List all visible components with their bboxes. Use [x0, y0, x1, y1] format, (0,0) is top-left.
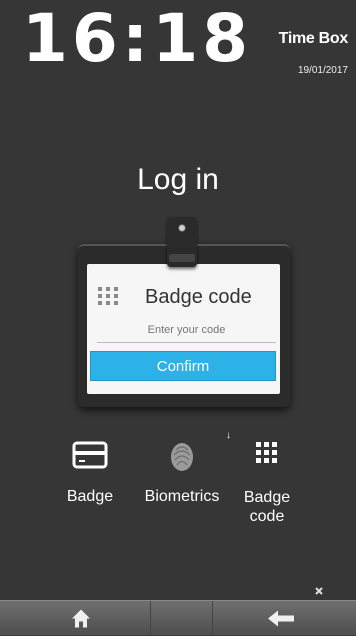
- brand-name: Time Box: [278, 30, 349, 47]
- keypad-icon: [256, 442, 277, 463]
- back-arrow-icon[interactable]: [266, 601, 296, 636]
- keypad-icon: [98, 287, 118, 305]
- option-biometrics-label: Biometrics: [144, 488, 220, 505]
- option-badge-code[interactable]: Badge code: [230, 440, 304, 526]
- clock: 16:18: [22, 0, 253, 77]
- badge-card-panel: Badge code Confirm: [87, 264, 280, 394]
- confirm-button[interactable]: Confirm: [90, 351, 276, 381]
- current-date: 19/01/2017: [297, 65, 348, 76]
- page-title: Log in: [137, 163, 219, 196]
- nav-divider: [212, 601, 213, 636]
- badge-code-input[interactable]: [97, 318, 276, 343]
- pin-icon[interactable]: [314, 586, 324, 596]
- card-title: Badge code: [145, 286, 252, 308]
- option-badge[interactable]: Badge: [60, 440, 120, 506]
- option-badge-label: Badge: [66, 488, 114, 505]
- clip-ring: [169, 254, 195, 262]
- option-biometrics[interactable]: Biometrics: [136, 440, 228, 506]
- fingerprint-icon: [171, 443, 193, 471]
- login-options: Badge Biometrics Badge code: [60, 440, 310, 550]
- nav-divider: [150, 601, 151, 636]
- login-screen: 16:18 Time Box 19/01/2017 Log in Badge c…: [0, 0, 356, 636]
- clip-hole: [178, 224, 186, 232]
- badge-card: Badge code Confirm: [78, 244, 290, 407]
- badge-clip: [167, 217, 197, 267]
- option-badge-code-label-line2: code: [249, 508, 285, 525]
- bottom-nav-bar: [0, 600, 356, 636]
- option-badge-code-label-line1: Badge: [243, 489, 291, 506]
- badge-card-icon: [72, 441, 108, 469]
- home-icon[interactable]: [70, 601, 92, 636]
